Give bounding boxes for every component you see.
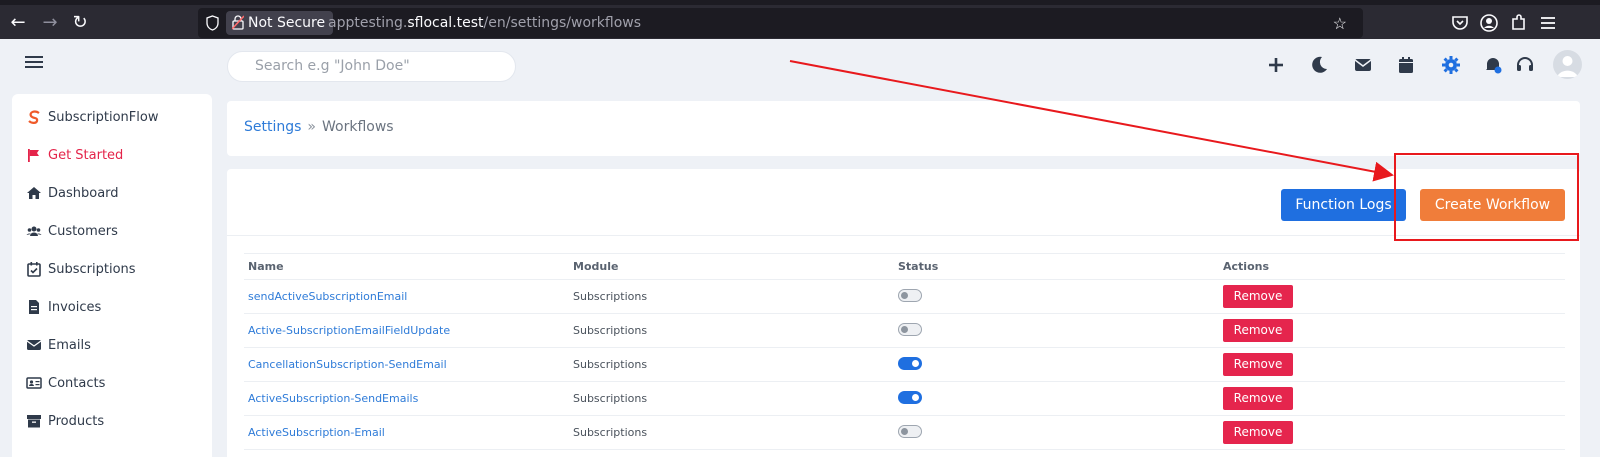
table-row: ActiveSubscription-SendEmails Subscripti… (244, 381, 1565, 416)
function-logs-button[interactable]: Function Logs (1281, 189, 1406, 221)
workflow-module: Subscriptions (569, 313, 894, 348)
workflow-module: Subscriptions (569, 381, 894, 416)
calendar-icon[interactable] (1395, 54, 1417, 76)
sidebar-item-subscriptions[interactable]: Subscriptions (26, 257, 136, 281)
divider (227, 235, 1580, 236)
sidebar-item-products[interactable]: Products (26, 409, 104, 433)
sidebar-item-label: Emails (48, 337, 91, 353)
status-toggle[interactable] (898, 390, 922, 404)
sidebar-item-get-started[interactable]: Get Started (26, 143, 123, 167)
breadcrumb-separator: » (307, 119, 316, 135)
sidebar-item-label: Subscriptions (48, 261, 136, 277)
url-path: /en/settings/workflows (483, 15, 642, 31)
avatar[interactable] (1553, 50, 1582, 79)
envelope-icon (26, 340, 42, 350)
workflow-module: Subscriptions (569, 347, 894, 382)
hamburger-menu-icon[interactable] (25, 56, 43, 68)
remove-button[interactable]: Remove (1223, 285, 1293, 308)
workflow-name-link[interactable]: Active-SubscriptionEmailFieldUpdate (248, 324, 450, 337)
address-bar[interactable]: Not Secure apptesting.sflocal.test/en/se… (198, 8, 1363, 38)
sidebar-item-dashboard[interactable]: Dashboard (26, 181, 119, 205)
user-avatar-icon (1557, 56, 1578, 77)
menu-icon[interactable] (1538, 13, 1558, 33)
contact-card-icon (26, 377, 42, 389)
sidebar-item-customers[interactable]: Customers (26, 219, 118, 243)
sidebar: SubscriptionFlow Get Started Dashboard C… (12, 94, 212, 457)
calendar-check-icon (27, 262, 41, 277)
brand-logo[interactable]: SubscriptionFlow (26, 105, 158, 129)
users-icon (26, 226, 42, 236)
sidebar-item-label: Customers (48, 223, 118, 239)
table-row: Active-SubscriptionEmailFieldUpdate Subs… (244, 313, 1565, 348)
remove-button[interactable]: Remove (1223, 421, 1293, 444)
workflow-name-link[interactable]: sendActiveSubscriptionEmail (248, 290, 407, 303)
url-prefix: apptesting. (328, 15, 408, 31)
sidebar-item-label: Dashboard (48, 185, 119, 201)
table-row: CancellationSubscription-SendEmail Subsc… (244, 347, 1565, 382)
sidebar-item-label: Contacts (48, 375, 106, 391)
breadcrumb-settings-link[interactable]: Settings (244, 119, 301, 135)
workflow-module: Subscriptions (569, 279, 894, 314)
brand-name: SubscriptionFlow (48, 109, 159, 125)
workflow-module: Subscriptions (569, 415, 894, 450)
workflow-name-link[interactable]: ActiveSubscription-Email (248, 426, 385, 439)
remove-button[interactable]: Remove (1223, 353, 1293, 376)
breadcrumb-current: Workflows (322, 119, 394, 135)
site-security-indicator[interactable]: Not Secure (226, 11, 334, 35)
headset-icon[interactable] (1514, 54, 1536, 76)
pocket-icon[interactable] (1450, 13, 1470, 33)
workflow-name-link[interactable]: ActiveSubscription-SendEmails (248, 392, 418, 405)
status-toggle[interactable] (898, 288, 922, 302)
sidebar-item-emails[interactable]: Emails (26, 333, 91, 357)
breadcrumb-card: Settings » Workflows (227, 101, 1580, 156)
annotation-highlight-box (1394, 153, 1579, 241)
sidebar-item-label: Invoices (48, 299, 102, 315)
column-header-name[interactable]: Name (244, 253, 569, 280)
search-input[interactable]: Search e.g "John Doe" (227, 51, 516, 82)
browser-toolbar: ← → ↻ Not Secure apptesting.sflocal.test… (0, 0, 1600, 39)
sidebar-item-contacts[interactable]: Contacts (26, 371, 105, 395)
workflows-card: Function Logs Create Workflow Name Modul… (227, 169, 1580, 457)
extensions-icon[interactable] (1509, 13, 1529, 33)
bell-icon[interactable] (1482, 54, 1504, 76)
column-header-status[interactable]: Status (894, 253, 1219, 280)
table-row: ActiveSubscription-Email Subscriptions R… (244, 415, 1565, 450)
column-header-actions: Actions (1219, 253, 1565, 280)
forward-button[interactable]: → (38, 11, 62, 35)
status-toggle[interactable] (898, 424, 922, 438)
bookmark-star-icon[interactable]: ☆ (1333, 14, 1347, 34)
shield-icon (206, 15, 219, 31)
table-row: sendActiveSubscriptionEmail Subscription… (244, 279, 1565, 314)
sidebar-item-invoices[interactable]: Invoices (26, 295, 101, 319)
url-text: apptesting.sflocal.test/en/settings/work… (328, 8, 641, 38)
reload-button[interactable]: ↻ (68, 11, 92, 35)
subscriptionflow-logo-icon (28, 110, 40, 124)
lock-warning-icon (232, 15, 244, 30)
column-header-module[interactable]: Module (569, 253, 894, 280)
mail-icon[interactable] (1352, 54, 1374, 76)
workflow-name-link[interactable]: CancellationSubscription-SendEmail (248, 358, 447, 371)
not-secure-label: Not Secure (248, 15, 326, 31)
status-toggle[interactable] (898, 322, 922, 336)
plus-icon[interactable] (1265, 54, 1287, 76)
home-icon (27, 187, 41, 199)
status-toggle[interactable] (898, 356, 922, 370)
remove-button[interactable]: Remove (1223, 387, 1293, 410)
moon-icon[interactable] (1308, 54, 1330, 76)
sidebar-item-label: Products (48, 413, 105, 429)
breadcrumb: Settings » Workflows (244, 119, 394, 135)
flag-icon (28, 149, 39, 162)
table-header-row: Name Module Status Actions (244, 253, 1565, 280)
back-button[interactable]: ← (6, 11, 30, 35)
url-host: sflocal.test (407, 15, 484, 31)
workflows-table: Name Module Status Actions sendActiveSub… (244, 253, 1565, 450)
invoice-icon (29, 300, 39, 314)
box-icon (27, 415, 41, 428)
sidebar-item-label: Get Started (48, 147, 124, 163)
remove-button[interactable]: Remove (1223, 319, 1293, 342)
account-icon[interactable] (1479, 13, 1499, 33)
gear-icon[interactable] (1440, 54, 1462, 76)
